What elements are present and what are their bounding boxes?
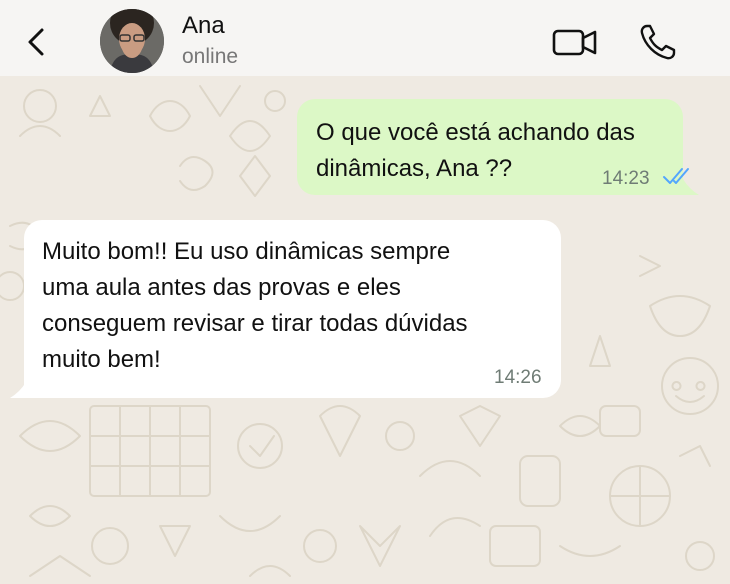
message-line: O que você está achando das [316, 119, 635, 146]
phone-icon[interactable] [636, 20, 680, 64]
contact-name[interactable]: Ana [182, 12, 225, 40]
message-line: conseguem revisar e tirar todas dúvidas [42, 310, 468, 337]
message-time: 14:23 [602, 168, 650, 189]
double-check-read-icon [663, 168, 689, 184]
chat-header: Ana online [0, 0, 730, 76]
contact-avatar[interactable] [100, 9, 164, 73]
message-incoming[interactable]: Muito bom!! Eu uso dinâmicas sempre uma … [24, 220, 561, 398]
message-outgoing[interactable]: O que você está achando das dinâmicas, A… [297, 99, 683, 195]
video-camera-icon[interactable] [550, 24, 600, 60]
message-time: 14:26 [494, 367, 542, 388]
chat-area[interactable]: O que você está achando das dinâmicas, A… [0, 76, 730, 584]
contact-status: online [182, 45, 239, 68]
back-chevron-icon[interactable] [22, 24, 52, 60]
message-line: Muito bom!! Eu uso dinâmicas sempre [42, 238, 451, 265]
message-line: uma aula antes das provas e eles [42, 274, 401, 301]
message-text: Muito bom!! Eu uso dinâmicas sempre uma … [42, 234, 552, 378]
message-line: muito bem! [42, 346, 161, 373]
avatar-photo [100, 9, 164, 73]
bubble-tail [10, 382, 26, 398]
